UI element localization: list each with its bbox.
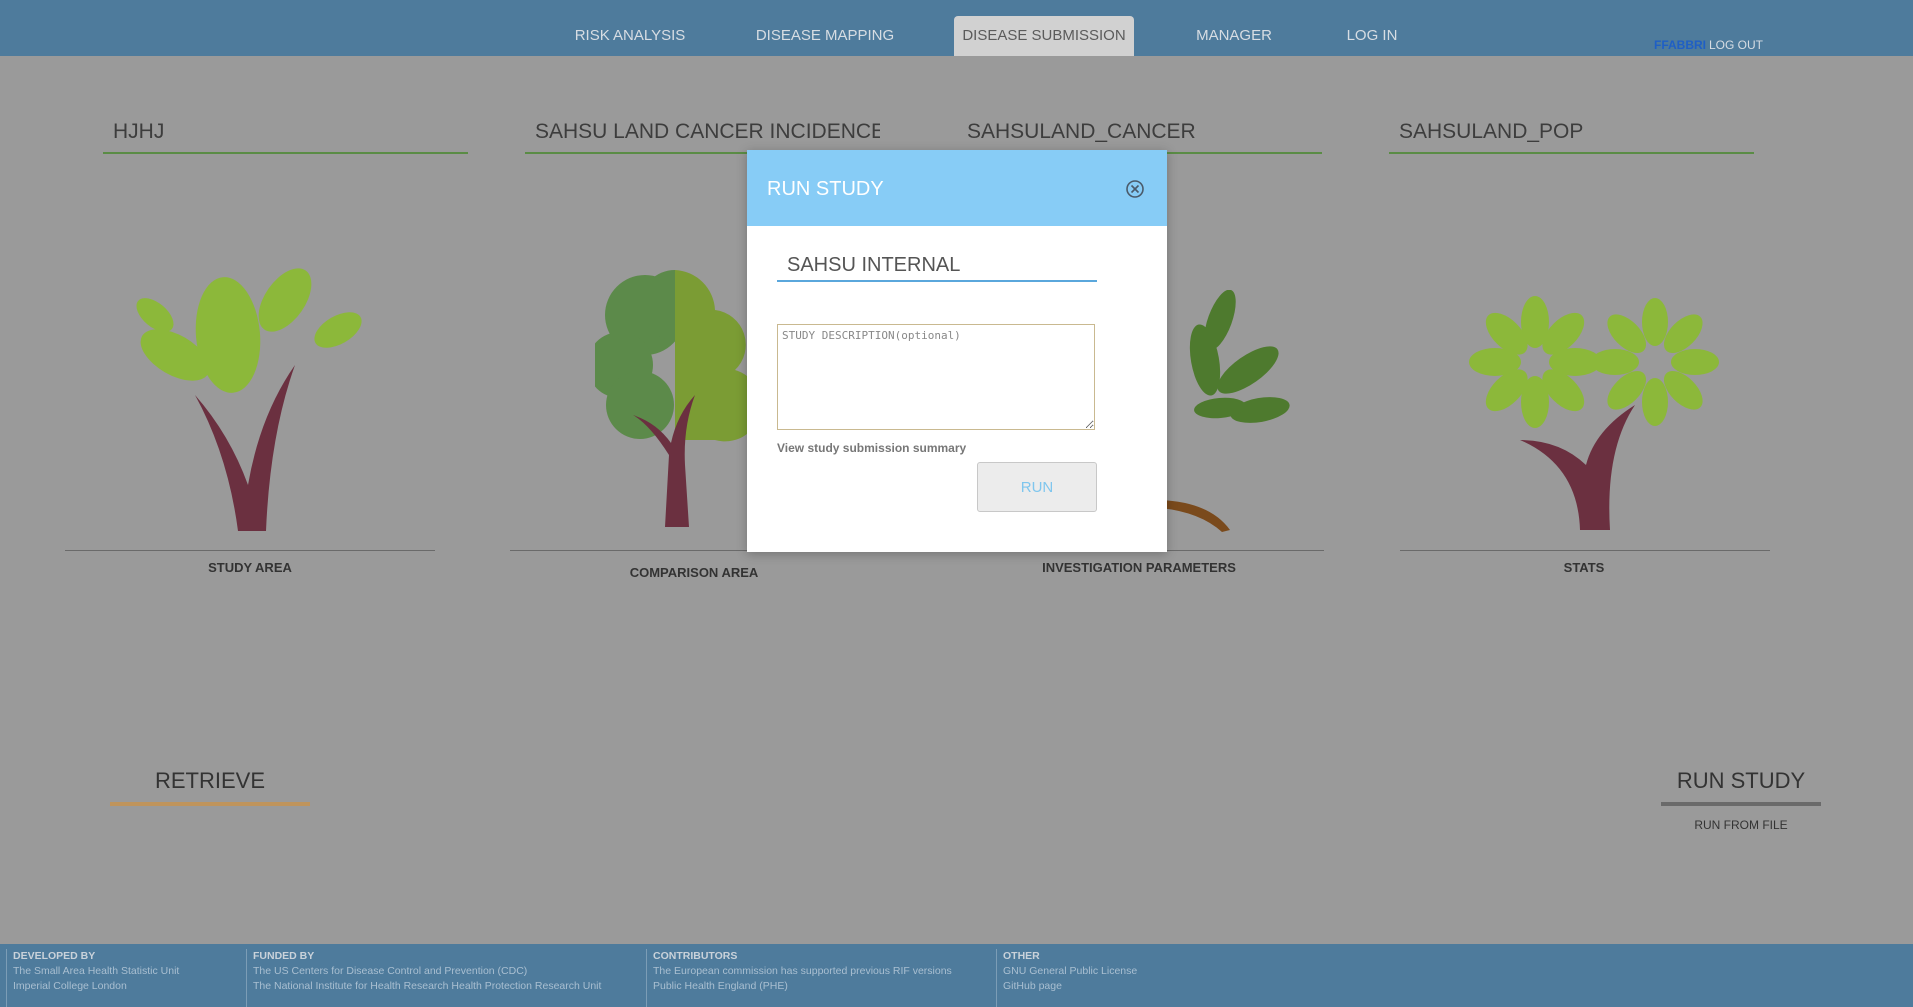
footer-link[interactable]: GNU General Public License (1003, 964, 1303, 979)
study-area-tree-icon[interactable] (120, 255, 380, 535)
username: FFABBRI (1654, 38, 1706, 52)
footer-link[interactable]: The European commission has supported pr… (653, 964, 993, 979)
footer-heading: OTHER (1003, 950, 1040, 962)
modal-header: RUN STUDY (747, 150, 1167, 226)
comparison-area-label[interactable]: COMPARISON AREA (594, 565, 794, 580)
tab-disease-mapping[interactable]: DISEASE MAPPING (750, 16, 900, 56)
footer-contributors: CONTRIBUTORS The European commission has… (646, 949, 993, 1007)
stats-title[interactable]: SAHSULAND_POP (1389, 120, 1754, 154)
comparison-area-tree-icon[interactable] (595, 265, 755, 535)
footer-link[interactable]: The National Institute for Health Resear… (253, 979, 643, 994)
tab-disease-submission[interactable]: DISEASE SUBMISSION (954, 16, 1134, 56)
logout-link[interactable]: LOG OUT (1709, 38, 1763, 52)
footer-other: OTHER GNU General Public License GitHub … (996, 949, 1303, 1007)
footer-heading: DEVELOPED BY (13, 950, 96, 962)
footer-link[interactable]: The US Centers for Disease Control and P… (253, 964, 643, 979)
investigation-parameters-label[interactable]: INVESTIGATION PARAMETERS (1020, 560, 1258, 575)
run-from-file-link[interactable]: RUN FROM FILE (1661, 818, 1821, 832)
study-area-label[interactable]: STUDY AREA (150, 560, 350, 575)
run-study-modal: RUN STUDY View study submission summary … (747, 150, 1167, 552)
stats-label[interactable]: STATS (1484, 560, 1684, 575)
study-area-title[interactable]: HJHJ (103, 120, 468, 154)
footer-developed-by: DEVELOPED BY The Small Area Health Stati… (6, 949, 243, 1007)
footer-link[interactable]: The Small Area Health Statistic Unit (13, 964, 243, 979)
run-study-button[interactable]: RUN STUDY (1661, 768, 1821, 806)
investigation-parameters-title[interactable]: SAHSULAND_CANCER (957, 120, 1322, 154)
footer-heading: FUNDED BY (253, 950, 315, 962)
tab-log-in[interactable]: LOG IN (1336, 16, 1408, 56)
stats-divider (1400, 550, 1770, 551)
footer-link[interactable]: Imperial College London (13, 979, 243, 994)
study-area-divider (65, 550, 435, 551)
tab-risk-analysis[interactable]: RISK ANALYSIS (566, 16, 694, 56)
study-description-input[interactable] (777, 324, 1095, 430)
user-info: FFABBRI LOG OUT (1654, 38, 1763, 52)
run-button[interactable]: RUN (977, 462, 1097, 512)
footer-link[interactable]: GitHub page (1003, 979, 1303, 994)
study-name-input[interactable] (777, 250, 1097, 282)
stats-tree-icon[interactable] (1460, 290, 1720, 535)
modal-title: RUN STUDY (767, 178, 884, 200)
top-nav-bar: RISK ANALYSIS DISEASE MAPPING DISEASE SU… (0, 0, 1913, 56)
retrieve-button[interactable]: RETRIEVE (110, 768, 310, 806)
footer-funded-by: FUNDED BY The US Centers for Disease Con… (246, 949, 643, 1007)
footer-link[interactable]: Public Health England (PHE) (653, 979, 993, 994)
footer: DEVELOPED BY The Small Area Health Stati… (0, 944, 1913, 1007)
footer-heading: CONTRIBUTORS (653, 950, 738, 962)
close-icon[interactable] (1125, 179, 1145, 199)
investigation-parameters-tree-icon[interactable] (1160, 290, 1300, 535)
comparison-area-title[interactable]: SAHSU LAND CANCER INCIDENCE E (525, 120, 880, 154)
view-summary-link[interactable]: View study submission summary (777, 441, 966, 455)
tab-manager[interactable]: MANAGER (1186, 16, 1282, 56)
